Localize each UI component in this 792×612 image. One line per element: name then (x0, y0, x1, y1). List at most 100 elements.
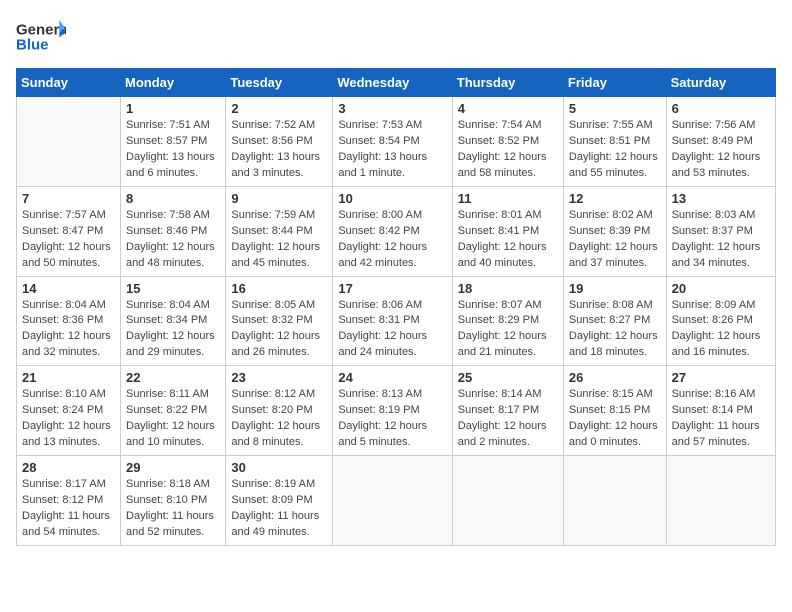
weekday-header-sunday: Sunday (17, 69, 121, 97)
calendar-cell: 25 Sunrise: 8:14 AMSunset: 8:17 PMDayligh… (452, 366, 563, 456)
calendar-cell: 27 Sunrise: 8:16 AMSunset: 8:14 PMDayligh… (666, 366, 775, 456)
day-info: Sunrise: 8:03 AMSunset: 8:37 PMDaylight:… (672, 208, 770, 272)
calendar-cell: 9 Sunrise: 7:59 AMSunset: 8:44 PMDaylight… (226, 186, 333, 276)
day-info: Sunrise: 8:11 AMSunset: 8:22 PMDaylight:… (126, 387, 220, 451)
calendar-cell: 23 Sunrise: 8:12 AMSunset: 8:20 PMDayligh… (226, 366, 333, 456)
day-number: 16 (231, 281, 327, 296)
day-number: 26 (569, 370, 661, 385)
day-number: 12 (569, 191, 661, 206)
day-info: Sunrise: 8:01 AMSunset: 8:41 PMDaylight:… (458, 208, 558, 272)
day-info: Sunrise: 8:15 AMSunset: 8:15 PMDaylight:… (569, 387, 661, 451)
calendar-cell: 21 Sunrise: 8:10 AMSunset: 8:24 PMDayligh… (17, 366, 121, 456)
day-number: 13 (672, 191, 770, 206)
day-info: Sunrise: 8:04 AMSunset: 8:34 PMDaylight:… (126, 298, 220, 362)
day-info: Sunrise: 8:10 AMSunset: 8:24 PMDaylight:… (22, 387, 115, 451)
day-info: Sunrise: 8:12 AMSunset: 8:20 PMDaylight:… (231, 387, 327, 451)
day-info: Sunrise: 7:51 AMSunset: 8:57 PMDaylight:… (126, 118, 220, 182)
day-number: 28 (22, 460, 115, 475)
day-number: 30 (231, 460, 327, 475)
day-number: 1 (126, 101, 220, 116)
day-number: 29 (126, 460, 220, 475)
day-number: 25 (458, 370, 558, 385)
day-number: 14 (22, 281, 115, 296)
logo: General Blue (16, 16, 66, 56)
day-number: 11 (458, 191, 558, 206)
calendar-cell: 2 Sunrise: 7:52 AMSunset: 8:56 PMDaylight… (226, 97, 333, 187)
calendar-cell: 8 Sunrise: 7:58 AMSunset: 8:46 PMDaylight… (121, 186, 226, 276)
calendar-cell: 22 Sunrise: 8:11 AMSunset: 8:22 PMDayligh… (121, 366, 226, 456)
day-info: Sunrise: 8:18 AMSunset: 8:10 PMDaylight:… (126, 477, 220, 541)
day-info: Sunrise: 8:00 AMSunset: 8:42 PMDaylight:… (338, 208, 446, 272)
calendar-cell: 17 Sunrise: 8:06 AMSunset: 8:31 PMDayligh… (333, 276, 452, 366)
day-info: Sunrise: 8:04 AMSunset: 8:36 PMDaylight:… (22, 298, 115, 362)
weekday-header-wednesday: Wednesday (333, 69, 452, 97)
calendar-cell: 6 Sunrise: 7:56 AMSunset: 8:49 PMDaylight… (666, 97, 775, 187)
day-number: 2 (231, 101, 327, 116)
day-number: 21 (22, 370, 115, 385)
day-info: Sunrise: 7:57 AMSunset: 8:47 PMDaylight:… (22, 208, 115, 272)
day-number: 4 (458, 101, 558, 116)
calendar-cell: 5 Sunrise: 7:55 AMSunset: 8:51 PMDaylight… (563, 97, 666, 187)
calendar-cell: 11 Sunrise: 8:01 AMSunset: 8:41 PMDayligh… (452, 186, 563, 276)
day-number: 5 (569, 101, 661, 116)
day-info: Sunrise: 7:52 AMSunset: 8:56 PMDaylight:… (231, 118, 327, 182)
day-info: Sunrise: 7:59 AMSunset: 8:44 PMDaylight:… (231, 208, 327, 272)
calendar-cell: 16Sunrise: 8:05 AMSunset: 8:32 PMDayligh… (226, 276, 333, 366)
day-info: Sunrise: 8:02 AMSunset: 8:39 PMDaylight:… (569, 208, 661, 272)
day-number: 3 (338, 101, 446, 116)
calendar-cell: 1 Sunrise: 7:51 AMSunset: 8:57 PMDaylight… (121, 97, 226, 187)
calendar-cell: 4 Sunrise: 7:54 AMSunset: 8:52 PMDaylight… (452, 97, 563, 187)
day-info: Sunrise: 8:13 AMSunset: 8:19 PMDaylight:… (338, 387, 446, 451)
calendar-cell: 18Sunrise: 8:07 AMSunset: 8:29 PMDayligh… (452, 276, 563, 366)
calendar-cell: 30 Sunrise: 8:19 AMSunset: 8:09 PMDayligh… (226, 456, 333, 546)
day-info: Sunrise: 8:09 AMSunset: 8:26 PMDaylight:… (672, 298, 770, 362)
calendar-cell: 10 Sunrise: 8:00 AMSunset: 8:42 PMDayligh… (333, 186, 452, 276)
day-info: Sunrise: 8:06 AMSunset: 8:31 PMDaylight:… (338, 298, 446, 362)
day-number: 17 (338, 281, 446, 296)
calendar-cell: 14 Sunrise: 8:04 AMSunset: 8:36 PMDayligh… (17, 276, 121, 366)
day-info: Sunrise: 7:56 AMSunset: 8:49 PMDaylight:… (672, 118, 770, 182)
day-info: Sunrise: 7:54 AMSunset: 8:52 PMDaylight:… (458, 118, 558, 182)
day-info: Sunrise: 8:14 AMSunset: 8:17 PMDaylight:… (458, 387, 558, 451)
calendar-cell: 7 Sunrise: 7:57 AMSunset: 8:47 PMDaylight… (17, 186, 121, 276)
calendar-cell (452, 456, 563, 546)
day-number: 19 (569, 281, 661, 296)
calendar-cell: 3 Sunrise: 7:53 AMSunset: 8:54 PMDaylight… (333, 97, 452, 187)
day-number: 10 (338, 191, 446, 206)
day-number: 23 (231, 370, 327, 385)
calendar-cell: 29 Sunrise: 8:18 AMSunset: 8:10 PMDayligh… (121, 456, 226, 546)
calendar-cell: 15 Sunrise: 8:04 AMSunset: 8:34 PMDayligh… (121, 276, 226, 366)
calendar-cell: 19Sunrise: 8:08 AMSunset: 8:27 PMDayligh… (563, 276, 666, 366)
weekday-header-tuesday: Tuesday (226, 69, 333, 97)
calendar-cell: 24 Sunrise: 8:13 AMSunset: 8:19 PMDayligh… (333, 366, 452, 456)
calendar-cell: 26 Sunrise: 8:15 AMSunset: 8:15 PMDayligh… (563, 366, 666, 456)
calendar-cell: 20 Sunrise: 8:09 AMSunset: 8:26 PMDayligh… (666, 276, 775, 366)
calendar-cell (333, 456, 452, 546)
calendar-cell (17, 97, 121, 187)
day-info: Sunrise: 7:53 AMSunset: 8:54 PMDaylight:… (338, 118, 446, 182)
day-info: Sunrise: 7:55 AMSunset: 8:51 PMDaylight:… (569, 118, 661, 182)
day-info: Sunrise: 8:17 AMSunset: 8:12 PMDaylight:… (22, 477, 115, 541)
weekday-header-thursday: Thursday (452, 69, 563, 97)
weekday-header-friday: Friday (563, 69, 666, 97)
day-number: 27 (672, 370, 770, 385)
day-info: Sunrise: 8:19 AMSunset: 8:09 PMDaylight:… (231, 477, 327, 541)
day-number: 18 (458, 281, 558, 296)
day-number: 7 (22, 191, 115, 206)
day-info: Sunrise: 7:58 AMSunset: 8:46 PMDaylight:… (126, 208, 220, 272)
calendar-cell: 28 Sunrise: 8:17 AMSunset: 8:12 PMDayligh… (17, 456, 121, 546)
day-info: Sunrise: 8:16 AMSunset: 8:14 PMDaylight:… (672, 387, 770, 451)
weekday-header-saturday: Saturday (666, 69, 775, 97)
calendar-table: SundayMondayTuesdayWednesdayThursdayFrid… (16, 68, 776, 546)
weekday-header-monday: Monday (121, 69, 226, 97)
calendar-cell: 12 Sunrise: 8:02 AMSunset: 8:39 PMDayligh… (563, 186, 666, 276)
day-number: 8 (126, 191, 220, 206)
svg-text:Blue: Blue (16, 36, 49, 53)
day-number: 6 (672, 101, 770, 116)
day-number: 15 (126, 281, 220, 296)
day-number: 22 (126, 370, 220, 385)
calendar-cell (563, 456, 666, 546)
day-number: 24 (338, 370, 446, 385)
day-number: 20 (672, 281, 770, 296)
day-number: 9 (231, 191, 327, 206)
